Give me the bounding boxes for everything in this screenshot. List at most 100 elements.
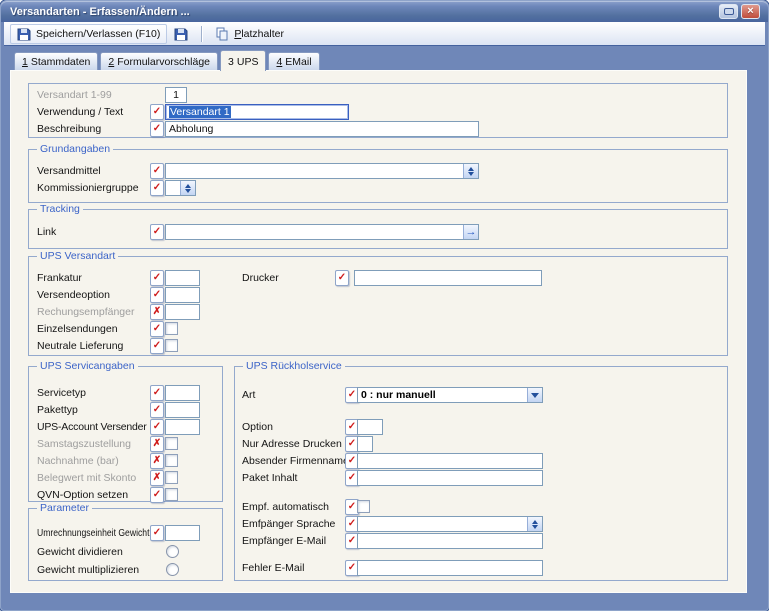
save-exit-button[interactable]: Speichern/Verlassen (F10) <box>10 23 168 44</box>
option-input[interactable] <box>357 419 383 435</box>
titlebar[interactable]: Versandarten - Erfassen/Ändern ... × <box>1 1 768 22</box>
empfaenger-sprache-label: Emfpänger Sprache <box>242 518 336 530</box>
note-check-icon[interactable]: ✓ <box>150 287 164 303</box>
qvn-option-label: QVN-Option setzen <box>37 489 129 501</box>
umrechnungseinheit-label: Umrechnungseinheit Gewicht <box>37 527 150 539</box>
note-check-icon[interactable]: ✓ <box>150 419 164 435</box>
note-check-icon[interactable]: ✓ <box>150 180 164 196</box>
empf-automatisch-label: Empf. automatisch <box>242 501 329 513</box>
samstagszustellung-checkbox[interactable] <box>165 437 178 450</box>
note-check-icon[interactable]: ✓ <box>150 121 164 137</box>
spinner-icon[interactable] <box>180 181 195 195</box>
belegwert-checkbox[interactable] <box>165 471 178 484</box>
note-check-icon[interactable]: ✓ <box>150 385 164 401</box>
note-cross-icon[interactable]: ✗ <box>150 453 164 469</box>
gewicht-dividieren-label: Gewicht dividieren <box>37 546 123 558</box>
fehler-email-input[interactable] <box>357 560 543 576</box>
tab-email[interactable]: 4 EMail <box>268 52 320 70</box>
pakettyp-label: Pakettyp <box>37 404 78 416</box>
empfaenger-email-input[interactable] <box>357 533 543 549</box>
tab-formularvorschlaege[interactable]: 2 Formularvorschläge <box>100 52 219 70</box>
note-check-icon[interactable]: ✓ <box>150 104 164 120</box>
nur-adresse-drucken-input[interactable] <box>357 436 373 452</box>
versandmittel-label: Versandmittel <box>37 165 101 177</box>
section-title: Tracking <box>37 203 83 215</box>
pakettyp-input[interactable] <box>165 402 200 418</box>
section-ups-versandart: UPS Versandart Frankatur ✓ Drucker ✓ Ver… <box>28 250 728 356</box>
open-link-icon[interactable]: → <box>463 225 478 239</box>
kommissioniergruppe-spinner[interactable] <box>165 180 196 196</box>
empfaenger-sprache-select[interactable] <box>357 516 543 532</box>
close-button[interactable]: × <box>741 4 760 19</box>
versandart-number-input[interactable] <box>165 87 187 103</box>
note-check-icon[interactable]: ✓ <box>335 270 349 286</box>
save-icon <box>17 28 31 40</box>
window-title: Versandarten - Erfassen/Ändern ... <box>10 5 190 18</box>
section-ups-rueckholservice: UPS Rückholservice Art ✓ 0 : nur manuell… <box>234 360 728 581</box>
einzelsendungen-checkbox[interactable] <box>165 322 178 335</box>
drucker-input[interactable] <box>354 270 542 286</box>
note-check-icon[interactable]: ✓ <box>150 224 164 240</box>
note-cross-icon[interactable]: ✗ <box>150 470 164 486</box>
fehler-email-label: Fehler E-Mail <box>242 562 305 574</box>
verwendung-label: Verwendung / Text <box>37 106 124 118</box>
nachnahme-label: Nachnahme (bar) <box>37 455 119 467</box>
spinner-icon[interactable] <box>527 517 542 531</box>
note-check-icon[interactable]: ✓ <box>150 402 164 418</box>
tab-stammdaten[interactable]: 1 Stammdaten <box>14 52 99 70</box>
samstagszustellung-label: Samstagszustellung <box>37 438 131 450</box>
tab-page-ups: Versandart 1-99 Verwendung / Text ✓ Vers… <box>10 70 747 593</box>
note-check-icon[interactable]: ✓ <box>150 338 164 354</box>
beschreibung-label: Beschreibung <box>37 123 102 135</box>
save-button[interactable] <box>167 24 195 44</box>
section-title: Parameter <box>37 502 93 514</box>
note-cross-icon[interactable]: ✗ <box>150 436 164 452</box>
empfaenger-email-label: Empfänger E-Mail <box>242 535 327 547</box>
note-check-icon[interactable]: ✓ <box>150 487 164 503</box>
empf-automatisch-checkbox[interactable] <box>357 500 370 513</box>
section-parameter: Parameter Umrechnungseinheit Gewicht ✓ G… <box>28 502 223 581</box>
link-label: Link <box>37 226 57 238</box>
kommissioniergruppe-label: Kommissioniergruppe <box>37 182 139 194</box>
spinner-icon[interactable] <box>463 164 478 178</box>
versendeoption-input[interactable] <box>165 287 200 303</box>
ups-account-label: UPS-Account Versender <box>37 421 147 433</box>
umrechnungseinheit-input[interactable] <box>165 525 200 541</box>
copy-icon <box>216 27 228 40</box>
section-title: UPS Versandart <box>37 250 119 262</box>
chevron-down-icon[interactable] <box>527 388 542 402</box>
absender-firmenname-label: Absender Firmenname <box>242 455 349 467</box>
verwendung-input[interactable]: Versandart 1 <box>165 104 349 120</box>
rechnungsempfaenger-input[interactable] <box>165 304 200 320</box>
toolbar: Speichern/Verlassen (F10) Platzhalter <box>4 22 765 46</box>
absender-firmenname-input[interactable] <box>357 453 543 469</box>
tab-strip: 1 Stammdaten 2 Formularvorschläge 3 UPS 4 EM… <box>14 49 322 71</box>
toolbar-separator <box>201 25 203 42</box>
gewicht-multiplizieren-radio[interactable] <box>166 563 179 576</box>
gewicht-dividieren-radio[interactable] <box>166 545 179 558</box>
note-check-icon[interactable]: ✓ <box>150 321 164 337</box>
qvn-option-checkbox[interactable] <box>165 488 178 501</box>
frankatur-label: Frankatur <box>37 272 82 284</box>
ups-account-input[interactable] <box>165 419 200 435</box>
note-cross-icon[interactable]: ✗ <box>150 304 164 320</box>
beschreibung-input[interactable] <box>165 121 479 137</box>
section-title: UPS Rückholservice <box>243 360 345 372</box>
paket-inhalt-input[interactable] <box>357 470 543 486</box>
servicetyp-input[interactable] <box>165 385 200 401</box>
note-check-icon[interactable]: ✓ <box>150 270 164 286</box>
note-check-icon[interactable]: ✓ <box>150 525 164 541</box>
neutrale-lieferung-checkbox[interactable] <box>165 339 178 352</box>
link-input[interactable]: → <box>165 224 479 240</box>
art-select[interactable]: 0 : nur manuell <box>357 387 543 403</box>
frankatur-input[interactable] <box>165 270 200 286</box>
note-check-icon[interactable]: ✓ <box>150 163 164 179</box>
paket-inhalt-label: Paket Inhalt <box>242 472 298 484</box>
nachnahme-checkbox[interactable] <box>165 454 178 467</box>
tab-ups[interactable]: 3 UPS <box>220 50 267 71</box>
platzhalter-button[interactable]: Platzhalter <box>208 24 291 44</box>
neutrale-lieferung-label: Neutrale Lieferung <box>37 340 124 352</box>
minimize-button[interactable] <box>719 4 738 19</box>
platzhalter-label: Platzhalter <box>234 27 284 40</box>
versandmittel-select[interactable] <box>165 163 479 179</box>
